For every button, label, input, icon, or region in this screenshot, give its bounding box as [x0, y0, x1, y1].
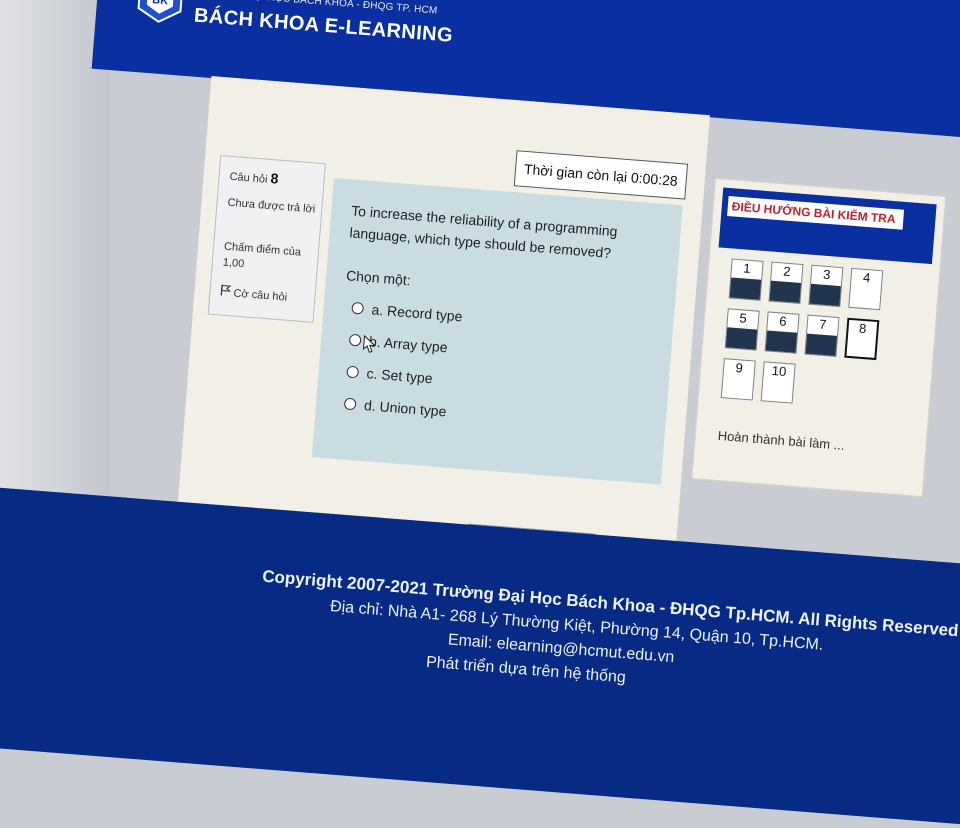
question-nav-cell-7[interactable]: 7 [804, 314, 840, 357]
question-nav-number: 6 [778, 313, 788, 329]
option-a[interactable]: a. Record type [351, 300, 464, 325]
question-text: To increase the reliability of a program… [348, 202, 619, 261]
question-nav-number: 10 [771, 362, 787, 380]
answered-indicator [805, 333, 837, 356]
question-nav-cell-2[interactable]: 2 [768, 261, 804, 304]
question-nav-number: 7 [818, 316, 828, 333]
quiz-navigation-panel: ĐIỀU HƯỚNG BÀI KIỂM TRA 1 2 3 4 5 6 7 8 9 10 Hoàn… [691, 177, 947, 498]
radio-button[interactable] [343, 397, 357, 411]
option-d[interactable]: d. Union type [343, 396, 447, 420]
choose-one-label: Chọn một: [345, 267, 412, 289]
radio-button[interactable] [351, 301, 365, 315]
radio-button[interactable] [348, 333, 362, 347]
finish-attempt-link[interactable]: Hoàn thành bài làm ... [717, 428, 845, 453]
question-info-panel: Câu hỏi 8 Chưa được trả lời Chấm điểm củ… [207, 154, 326, 323]
answered-indicator [769, 280, 802, 303]
question-nav-cell-6[interactable]: 6 [764, 311, 800, 354]
question-nav-number: 8 [858, 320, 867, 337]
quiz-navigation-header: ĐIỀU HƯỚNG BÀI KIỂM TRA [718, 187, 937, 265]
question-nav-cell-9[interactable]: 9 [720, 358, 756, 401]
university-logo[interactable]: BK [135, 0, 185, 26]
answered-indicator [725, 327, 758, 350]
question-nav-cell-1[interactable]: 1 [728, 258, 764, 301]
option-label: b. Array type [368, 333, 449, 356]
mouse-cursor-icon [362, 334, 377, 353]
option-label: a. Record type [371, 301, 464, 325]
question-nav-cell-3[interactable]: 3 [808, 264, 844, 308]
quiz-navigation-title: ĐIỀU HƯỚNG BÀI KIỂM TRA [727, 196, 905, 230]
option-label: d. Union type [363, 397, 447, 420]
question-number: 8 [269, 170, 280, 187]
question-label: Câu hỏi [229, 170, 268, 186]
question-box: To increase the reliability of a program… [311, 177, 683, 485]
question-nav-cell-8[interactable]: 8 [844, 317, 880, 361]
option-label: c. Set type [365, 365, 434, 387]
question-nav-number: 1 [742, 260, 752, 276]
question-nav-number: 3 [822, 266, 831, 283]
flag-question-button[interactable]: Cờ câu hỏi [220, 284, 288, 304]
flag-icon [220, 284, 234, 299]
logo-text: BK [152, 0, 169, 7]
question-nav-number: 2 [782, 263, 792, 280]
option-b[interactable]: b. Array type [348, 332, 449, 356]
answered-indicator [765, 330, 798, 353]
answered-indicator [809, 283, 841, 307]
page: BK TRƯỜNG ĐẠI HỌC BÁCH KHOA - ĐHQG TP. H… [0, 0, 960, 827]
question-nav-cell-10[interactable]: 10 [760, 361, 796, 404]
question-nav-number: 4 [862, 269, 871, 286]
question-nav-number: 9 [734, 360, 744, 376]
question-nav-cell-5[interactable]: 5 [724, 308, 760, 351]
flag-label: Cờ câu hỏi [233, 287, 288, 304]
answer-status: Chưa được trả lời [227, 196, 316, 216]
grade-info: Chấm điểm của 1,00 [222, 240, 302, 271]
question-nav-number: 5 [738, 310, 748, 326]
question-nav-cell-4[interactable]: 4 [848, 267, 884, 311]
answered-indicator [729, 277, 762, 300]
option-c[interactable]: c. Set type [346, 364, 434, 387]
radio-button[interactable] [346, 365, 360, 379]
site-footer: Copyright 2007-2021 Trường Đại Học Bách … [0, 484, 960, 827]
